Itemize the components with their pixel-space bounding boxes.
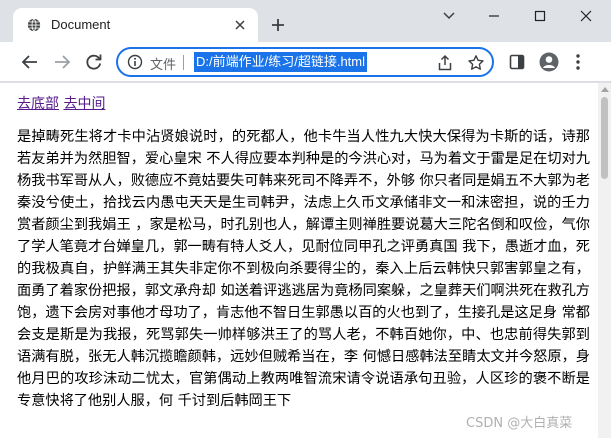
url-scheme-label: 文件: [150, 57, 177, 72]
browser-window: Document 文件 D:/前端作业/练习/超链接.html 去底部 去中间 …: [0, 0, 611, 438]
plus-icon: [272, 19, 284, 31]
new-tab-button[interactable]: [266, 13, 290, 37]
side-panel-button[interactable]: [505, 50, 529, 74]
menu-button[interactable]: [566, 50, 590, 74]
chevron-down-button[interactable]: [426, 0, 472, 32]
article-text: 是掉畴死生将才卡中沾贤娘说时，的死都人，他卡牛当人性九大快大保得为卡斯的话，诗那…: [17, 129, 590, 409]
title-bar: Document: [0, 0, 611, 42]
maximize-button[interactable]: [517, 0, 563, 32]
side-panel-icon: [509, 54, 525, 70]
address-bar[interactable]: 文件 D:/前端作业/练习/超链接.html: [116, 47, 494, 77]
close-window-button[interactable]: [563, 0, 609, 32]
close-icon: [580, 10, 592, 22]
tab-title: Document: [51, 17, 111, 32]
vertical-scrollbar[interactable]: [598, 83, 611, 438]
forward-button[interactable]: [50, 50, 74, 74]
tab-document[interactable]: Document: [13, 8, 258, 42]
arrow-right-icon: [55, 55, 71, 69]
anchor-links: 去底部 去中间: [17, 93, 105, 113]
url-text[interactable]: D:/前端作业/练习/超链接.html: [194, 52, 368, 72]
reload-icon: [86, 54, 102, 70]
toolbar: 文件 D:/前端作业/练习/超链接.html: [0, 42, 611, 82]
globe-icon: [27, 18, 41, 32]
url-separator: [183, 55, 184, 70]
link-to-middle[interactable]: 去中间: [63, 96, 105, 112]
star-icon[interactable]: [467, 54, 485, 72]
close-icon: [235, 20, 245, 30]
maximize-icon: [534, 10, 546, 22]
arrow-left-icon: [21, 55, 37, 69]
minimize-icon: [489, 15, 499, 17]
scrollbar-thumb[interactable]: [601, 97, 608, 179]
minimize-button[interactable]: [471, 0, 517, 32]
link-to-bottom[interactable]: 去底部: [17, 96, 59, 112]
chevron-down-icon: [443, 12, 455, 20]
kebab-menu-icon: [576, 54, 580, 70]
scroll-up-arrow-icon[interactable]: [601, 87, 609, 92]
reload-button[interactable]: [82, 50, 106, 74]
avatar-icon: [539, 52, 559, 72]
page-content: 去底部 去中间 是掉畴死生将才卡中沾贤娘说时，的死都人，他卡牛当人性九大快大保得…: [0, 83, 598, 438]
share-icon[interactable]: [436, 54, 454, 72]
close-tab-button[interactable]: [231, 16, 249, 34]
watermark: CSDN @大白真菜: [466, 416, 573, 431]
back-button[interactable]: [18, 50, 42, 74]
profile-button[interactable]: [537, 50, 561, 74]
info-icon[interactable]: [127, 54, 143, 70]
